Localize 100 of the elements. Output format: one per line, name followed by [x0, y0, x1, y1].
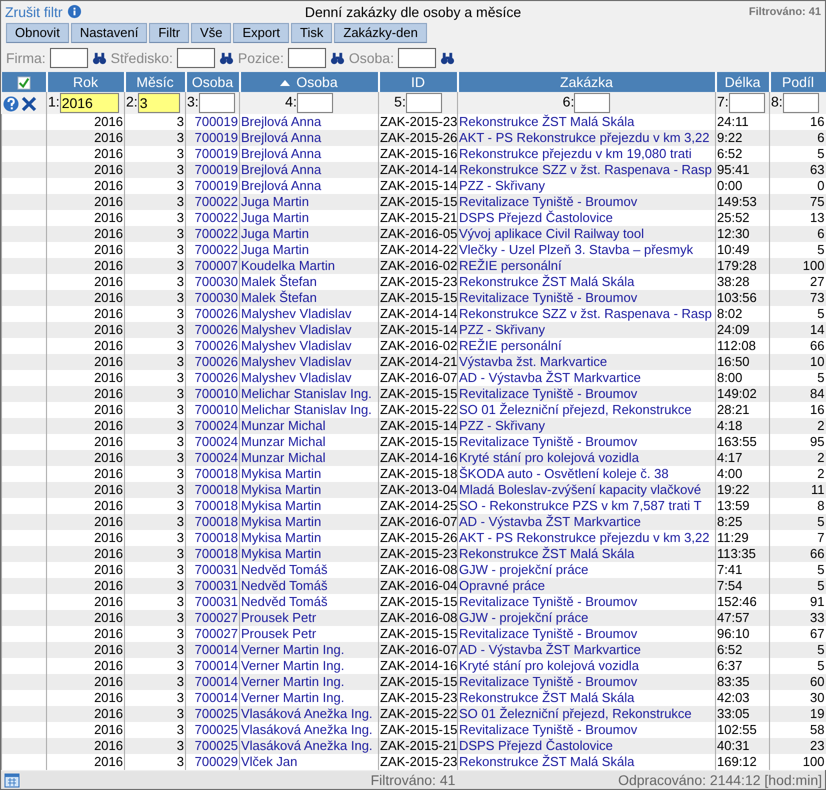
- table-cell: 700014: [186, 642, 240, 658]
- table-cell: 6: [770, 130, 826, 146]
- table-cell: Mykisa Martin: [240, 546, 378, 562]
- table-cell: 60: [770, 674, 826, 690]
- table-cell: 700031: [186, 578, 240, 594]
- filter-label: 7:: [717, 94, 729, 110]
- table-cell: 700027: [186, 610, 240, 626]
- column-header[interactable]: Osoba: [186, 72, 240, 92]
- filter-label: Firma:: [6, 50, 46, 66]
- column-filter-field[interactable]: [296, 93, 333, 113]
- table-cell: 2016: [46, 754, 124, 770]
- table-cell: 2016: [46, 322, 124, 338]
- filter-label: 6:: [562, 94, 574, 110]
- table-cell: ZAK-2013-04: [378, 482, 458, 498]
- table-cell: 700007: [186, 258, 240, 274]
- table-cell: 33: [770, 610, 826, 626]
- table-cell: Malyshev Vladislav: [240, 354, 378, 370]
- column-header[interactable]: Zakázka: [458, 72, 716, 92]
- close-icon[interactable]: [20, 96, 36, 112]
- table-cell: Koudelka Martin: [240, 258, 378, 274]
- table-cell: 2016: [46, 226, 124, 242]
- toolbar-button[interactable]: Tisk: [291, 23, 332, 43]
- checkbox-icon[interactable]: [16, 76, 30, 90]
- toolbar-button[interactable]: Vše: [191, 23, 232, 43]
- toolbar-button[interactable]: Obnovit: [6, 23, 69, 43]
- table-cell: 2016: [46, 290, 124, 306]
- table-cell: 3: [124, 754, 186, 770]
- table-cell: 66: [770, 546, 826, 562]
- filter-label: Středisko:: [110, 50, 173, 66]
- column-header[interactable]: Osoba: [240, 72, 378, 92]
- table-cell: Munzar Michal: [240, 450, 378, 466]
- binoculars-icon[interactable]: [330, 50, 345, 66]
- column-filter-field[interactable]: [406, 93, 442, 113]
- binoculars-icon[interactable]: [218, 50, 234, 66]
- table-cell: 2016: [46, 194, 124, 210]
- table-cell: 19:22: [716, 482, 770, 498]
- table-cell: 8:25: [716, 514, 770, 530]
- table-cell: Mykisa Martin: [240, 482, 378, 498]
- toolbar-button[interactable]: Export: [233, 23, 290, 43]
- table-cell: 149:02: [716, 386, 770, 402]
- binoculars-icon[interactable]: [440, 50, 455, 66]
- table-cell: Výstavba žst. Markvartice: [458, 354, 716, 370]
- table-cell: ZAK-2016-07: [378, 642, 458, 658]
- column-header[interactable]: Podíl: [770, 72, 826, 92]
- filter-field[interactable]: [288, 48, 326, 68]
- binoculars-icon[interactable]: [92, 50, 107, 66]
- column-filter-field[interactable]: 3: [138, 93, 180, 113]
- column-filter-field[interactable]: [198, 93, 235, 113]
- table-cell: 14: [770, 322, 826, 338]
- table-cell: ZAK-2015-23: [378, 546, 458, 562]
- table-cell: 3: [124, 386, 186, 402]
- table-cell: 113:35: [716, 546, 770, 562]
- table-cell: 23: [770, 738, 826, 754]
- table-cell: 3: [124, 482, 186, 498]
- table-cell: ZAK-2014-14: [378, 162, 458, 178]
- calendar-icon[interactable]: [4, 772, 20, 788]
- table-cell: ZAK-2015-14: [378, 322, 458, 338]
- filter-label: 8:: [771, 94, 783, 110]
- column-filter-field[interactable]: [728, 93, 765, 113]
- filter-field[interactable]: [50, 48, 88, 68]
- table-cell: 3: [124, 450, 186, 466]
- filtered-count: Filtrováno: 41: [370, 772, 456, 788]
- table-cell: PZZ - Skřivany: [458, 322, 716, 338]
- filter-label: 1:: [48, 94, 60, 110]
- table-cell: 19: [770, 706, 826, 722]
- toolbar-button[interactable]: Zakázky-den: [334, 23, 427, 43]
- column-header[interactable]: Rok: [46, 72, 124, 92]
- table-cell: 3: [124, 514, 186, 530]
- column-header[interactable]: Měsíc: [124, 72, 186, 92]
- table-cell: 84: [770, 386, 826, 402]
- filter-field[interactable]: [398, 48, 436, 68]
- column-filter-field[interactable]: [782, 93, 819, 113]
- column-header[interactable]: ID: [378, 72, 458, 92]
- table-cell: Revitalizace Tyniště - Broumov: [458, 290, 716, 306]
- table-cell: 5: [770, 642, 826, 658]
- table-cell: 4:18: [716, 418, 770, 434]
- column-header[interactable]: Délka: [716, 72, 770, 92]
- table-cell: 63: [770, 162, 826, 178]
- table-cell: 700018: [186, 546, 240, 562]
- table-cell: 2016: [46, 706, 124, 722]
- table-cell: 3: [124, 290, 186, 306]
- table-cell: ZAK-2015-22: [378, 706, 458, 722]
- clear-filter-link[interactable]: Zrušit filtr: [5, 4, 63, 20]
- table-cell: 3: [124, 610, 186, 626]
- table-cell: 95:41: [716, 162, 770, 178]
- table-cell: 10: [770, 354, 826, 370]
- toolbar-button[interactable]: Filtr: [149, 23, 190, 43]
- toolbar-button[interactable]: Nastavení: [70, 23, 148, 43]
- help-icon[interactable]: [2, 96, 18, 112]
- table-cell: 179:28: [716, 258, 770, 274]
- column-filter-field[interactable]: [574, 93, 610, 113]
- table-cell: ZAK-2016-07: [378, 514, 458, 530]
- table-cell: 6:52: [716, 642, 770, 658]
- table-cell: ZAK-2016-04: [378, 578, 458, 594]
- table-cell: 3: [124, 738, 186, 754]
- info-icon[interactable]: [66, 4, 82, 19]
- filter-field[interactable]: [176, 48, 215, 68]
- column-filter-field[interactable]: 2016: [60, 93, 119, 113]
- filter-label: 3:: [187, 94, 199, 110]
- table-cell: PZZ - Skřivany: [458, 418, 716, 434]
